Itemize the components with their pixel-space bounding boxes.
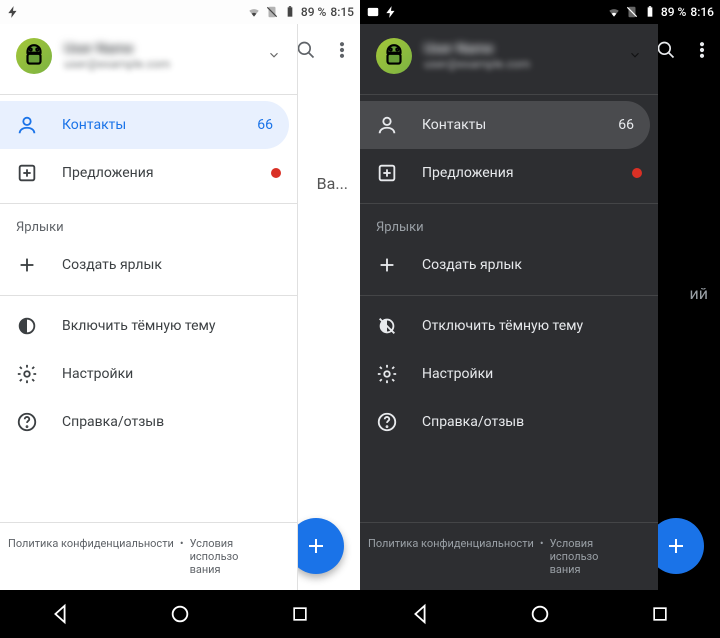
clock: 8:15: [330, 5, 354, 19]
avatar: [16, 38, 52, 74]
nav-label: Настройки: [422, 366, 642, 382]
divider: [0, 94, 297, 95]
nav-label: Контакты: [62, 117, 233, 133]
account-email: user@example.com: [424, 57, 616, 71]
suggestions-icon: [376, 162, 398, 184]
nav-item-settings[interactable]: Настройки: [0, 350, 297, 398]
nav-item-create-label[interactable]: Создать ярлык: [0, 241, 297, 289]
more-icon[interactable]: [692, 40, 712, 64]
nav-label: Справка/отзыв: [62, 414, 281, 430]
labels-header: Ярлыки: [360, 210, 658, 241]
account-email: user@example.com: [64, 57, 255, 71]
account-name: User Name: [424, 41, 616, 57]
divider: [360, 94, 658, 95]
bolt-icon: [6, 5, 20, 19]
nav-item-theme-toggle[interactable]: Отключить тёмную тему: [360, 302, 658, 350]
nav-recent[interactable]: [270, 590, 330, 638]
labels-header: Ярлыки: [0, 210, 297, 241]
nav-item-settings[interactable]: Настройки: [360, 350, 658, 398]
image-icon: [366, 5, 380, 19]
nav-item-contacts[interactable]: Контакты 66: [0, 101, 289, 149]
chevron-down-icon[interactable]: [267, 47, 281, 66]
suggestions-icon: [16, 162, 38, 184]
nav-item-theme-toggle[interactable]: Включить тёмную тему: [0, 302, 297, 350]
nav-label: Предложения: [422, 165, 608, 181]
nav-label: Контакты: [422, 117, 594, 133]
nav-label: Создать ярлык: [422, 257, 642, 273]
avatar: [376, 38, 412, 74]
terms-link[interactable]: Условия использования: [550, 537, 600, 576]
help-icon: [16, 411, 38, 433]
status-bar: 89 % 8:15: [0, 0, 360, 24]
nav-item-help[interactable]: Справка/отзыв: [360, 398, 658, 446]
nav-back[interactable]: [390, 590, 450, 638]
no-sim-icon: [625, 5, 639, 19]
status-bar: 89 % 8:16: [360, 0, 720, 24]
divider: [0, 295, 297, 296]
nav-label: Настройки: [62, 366, 281, 382]
bolt-icon: [384, 5, 398, 19]
nav-item-create-label[interactable]: Создать ярлык: [360, 241, 658, 289]
divider: [360, 295, 658, 296]
nav-item-help[interactable]: Справка/отзыв: [0, 398, 297, 446]
divider: [0, 203, 297, 204]
search-icon[interactable]: [296, 40, 316, 64]
privacy-link[interactable]: Политика конфиденциальности: [368, 537, 534, 550]
gear-icon: [376, 363, 398, 385]
system-navbar: [360, 590, 720, 638]
search-icon[interactable]: [656, 40, 676, 64]
drawer-footer: Политика конфиденциальности • Условия ис…: [360, 522, 658, 590]
drawer-footer: Политика конфиденциальности • Условия ис…: [0, 522, 297, 590]
nav-label: Отключить тёмную тему: [422, 318, 642, 334]
wifi-icon: [607, 5, 621, 19]
battery-icon: [283, 5, 297, 19]
battery-percent: 89 %: [661, 5, 686, 19]
gear-icon: [16, 363, 38, 385]
alert-dot: [271, 168, 281, 178]
nav-item-contacts[interactable]: Контакты 66: [360, 101, 650, 149]
terms-link[interactable]: Условия использования: [190, 537, 240, 576]
more-icon[interactable]: [332, 40, 352, 64]
alert-dot: [632, 168, 642, 178]
nav-label: Справка/отзыв: [422, 414, 642, 430]
theme-off-icon: [376, 315, 398, 337]
nav-home[interactable]: [510, 590, 570, 638]
person-icon: [16, 114, 38, 136]
account-header[interactable]: User Name user@example.com: [360, 24, 658, 88]
nav-back[interactable]: [30, 590, 90, 638]
chevron-down-icon[interactable]: [628, 47, 642, 66]
divider: [360, 203, 658, 204]
nav-item-suggestions[interactable]: Предложения: [0, 149, 297, 197]
nav-drawer: User Name user@example.com Контакты 66 П…: [360, 24, 658, 590]
body-peek: ий: [690, 284, 708, 303]
clock: 8:16: [690, 5, 714, 19]
person-icon: [376, 114, 398, 136]
no-sim-icon: [265, 5, 279, 19]
contacts-count: 66: [618, 117, 634, 133]
wifi-icon: [247, 5, 261, 19]
account-header[interactable]: User Name user@example.com: [0, 24, 297, 88]
theme-icon: [16, 315, 38, 337]
nav-drawer: User Name user@example.com Контакты 66 П…: [0, 24, 298, 590]
dot-separator: •: [540, 537, 544, 550]
plus-icon: [376, 254, 398, 276]
contacts-count: 66: [257, 117, 273, 133]
nav-label: Предложения: [62, 165, 247, 181]
plus-icon: [16, 254, 38, 276]
help-icon: [376, 411, 398, 433]
nav-label: Включить тёмную тему: [62, 318, 281, 334]
privacy-link[interactable]: Политика конфиденциальности: [8, 537, 174, 550]
phone-dark: 89 % 8:16 ий User Name user@example.c: [360, 0, 720, 638]
nav-home[interactable]: [150, 590, 210, 638]
battery-icon: [643, 5, 657, 19]
nav-item-suggestions[interactable]: Предложения: [360, 149, 658, 197]
body-peek: Ва...: [317, 174, 348, 193]
dot-separator: •: [180, 537, 184, 550]
phone-light: 89 % 8:15 Ва... User Name user@exampl: [0, 0, 360, 638]
system-navbar: [0, 590, 360, 638]
battery-percent: 89 %: [301, 5, 326, 19]
account-name: User Name: [64, 41, 255, 57]
nav-label: Создать ярлык: [62, 257, 281, 273]
nav-recent[interactable]: [630, 590, 690, 638]
